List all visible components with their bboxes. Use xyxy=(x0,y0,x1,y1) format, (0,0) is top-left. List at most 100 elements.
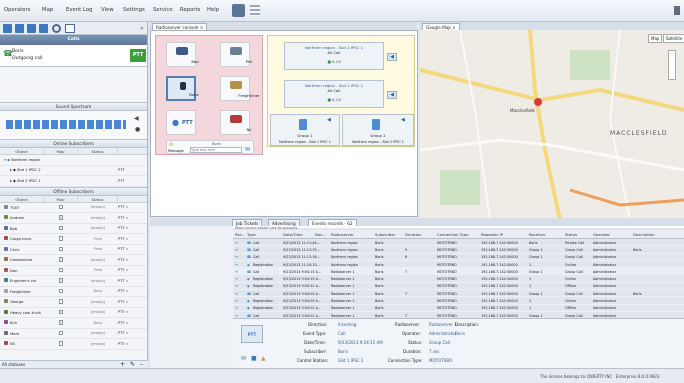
users-icon[interactable]: ■ xyxy=(251,355,257,362)
map-checkbox[interactable] xyxy=(58,204,64,209)
event-row[interactable]: ➜ ☎ Call 9/23/2013 11:11:44... Northern regi… xyxy=(233,239,684,247)
column-header[interactable]: Duration xyxy=(405,232,422,237)
map-checkbox[interactable] xyxy=(58,236,64,241)
subscriber-tile[interactable]: Phil xyxy=(220,42,252,67)
subscriber-row[interactable]: Mark (empty) PTT » xyxy=(0,329,147,339)
subscribers-view-icon[interactable] xyxy=(3,24,12,33)
toolbar-grid-icon[interactable] xyxy=(250,5,260,16)
toolbar-settings-icon[interactable] xyxy=(232,4,245,17)
col-status[interactable]: Status xyxy=(78,195,118,202)
tab-advertising[interactable]: Advertising xyxy=(268,219,300,226)
event-row[interactable]: ➜ ☎ Call 9/23/2013 9:54:15 A... Radioserver … xyxy=(233,268,684,276)
col-status[interactable]: Status xyxy=(78,148,118,154)
map-checkbox[interactable] xyxy=(58,215,64,220)
ptt-label[interactable]: PTT » xyxy=(118,247,146,251)
subscriber-row[interactable]: Heavy coal truck (empty) PTT » xyxy=(0,308,147,318)
google-map[interactable]: Macclesfield MACCLESFIELD Map Satellite xyxy=(420,30,684,220)
menu-event-log[interactable]: Event Log xyxy=(66,7,92,13)
tree-row[interactable]: ▸ ◆ Slot 1 IPSC 2 PTT xyxy=(0,166,147,176)
event-row[interactable]: ➜ ◆ Registration 9/23/2013 11:10:10... North… xyxy=(233,261,684,269)
ptt-label[interactable]: PTT » xyxy=(118,342,146,346)
tab-radioserver-console[interactable]: Radioserver console × xyxy=(152,23,208,30)
ptt-label[interactable]: PTT » xyxy=(118,258,146,262)
subscriber-row[interactable]: Engineer's car (empty) PTT » xyxy=(0,276,147,287)
map-checkbox[interactable] xyxy=(58,278,64,283)
ptt-label[interactable]: PTT » xyxy=(118,268,146,272)
layout-icon[interactable] xyxy=(65,24,75,33)
ptt-label[interactable]: PTT » xyxy=(118,279,146,283)
ptt-label[interactable]: PTT xyxy=(118,168,146,172)
status-filter[interactable]: All statuses xyxy=(2,362,25,367)
ptt-label[interactable]: PTT » xyxy=(118,321,146,325)
message-input[interactable] xyxy=(190,147,242,153)
event-row[interactable]: ➜ ◆ Registration 9/23/2013 9:54:01 A... Radi… xyxy=(233,305,684,312)
zoom-control[interactable] xyxy=(668,50,676,80)
subscriber-tile[interactable]: Bob xyxy=(166,42,199,67)
event-row[interactable]: ➜ ◆ Registration 9/23/2013 9:54:03 A... Radi… xyxy=(233,297,684,305)
group-tile[interactable]: ◀ Group 2 Northern region - Slot 2 IPSC … xyxy=(342,114,414,146)
col-object[interactable]: Object xyxy=(0,148,44,154)
group-tile[interactable]: ◀ Group 1 Northern region - Slot 1 IPSC … xyxy=(270,114,340,146)
subscriber-row[interactable]: Constantine (empty) PTT » xyxy=(0,255,147,266)
remove-icon[interactable]: – xyxy=(140,361,143,368)
subscriber-tile[interactable]: Freightliner xyxy=(220,76,260,101)
ptt-label[interactable]: PTT » xyxy=(118,226,146,230)
speaker-button[interactable]: ◀ xyxy=(387,91,397,99)
subscriber-row[interactable]: Andrew (empty) PTT » xyxy=(0,213,147,224)
subscriber-row[interactable]: Chris Free PTT » xyxy=(0,245,147,255)
event-row[interactable]: ➜ ☎ Call 9/23/2013 11:11:16... Northern regi… xyxy=(233,254,684,261)
column-header[interactable]: Subscriber xyxy=(375,232,395,237)
column-header[interactable]: Receiver xyxy=(529,232,545,237)
event-row[interactable]: ➜ ☎ Call 9/23/2013 11:11:35... Northern regi… xyxy=(233,246,684,254)
menu-service[interactable]: Service xyxy=(153,7,173,13)
map-checkbox[interactable] xyxy=(58,341,64,346)
tab-google-map[interactable]: Google Map × xyxy=(422,23,460,30)
collapse-left-icon[interactable]: « xyxy=(140,25,144,32)
active-call[interactable]: ☎ Boris Outgoing call PTT xyxy=(0,45,147,67)
column-header[interactable]: Description xyxy=(633,232,655,237)
menu-reports[interactable]: Reports xyxy=(180,7,200,13)
users-view-icon[interactable] xyxy=(15,24,24,33)
certificate-icon[interactable]: ▲ xyxy=(261,355,266,362)
subscriber-tile[interactable]: Nil xyxy=(220,110,251,135)
ptt-label[interactable]: PTT » xyxy=(118,216,146,220)
subscriber-row[interactable]: 7007 (empty) PTT » xyxy=(0,203,147,213)
menu-operators[interactable]: Operators xyxy=(4,7,30,13)
add-icon[interactable]: + xyxy=(120,361,125,368)
subscriber-row[interactable]: Don Free PTT » xyxy=(0,266,147,276)
ptt-label[interactable]: PTT » xyxy=(118,205,146,209)
map-checkbox[interactable] xyxy=(58,246,64,251)
subscriber-row[interactable]: Kirk Busy PTT » xyxy=(0,318,147,329)
map-checkbox[interactable] xyxy=(58,288,64,293)
menu-help[interactable]: Help xyxy=(207,7,219,13)
map-checkbox[interactable] xyxy=(58,309,64,314)
email-icon[interactable]: ✉ xyxy=(241,355,246,362)
col-map[interactable]: Map xyxy=(44,195,78,202)
subscriber-row[interactable]: Bob (empty) PTT » xyxy=(0,224,147,234)
column-header[interactable]: Non... xyxy=(315,232,326,237)
menu-map[interactable]: Map xyxy=(42,7,53,13)
ptt-label[interactable]: PTT » xyxy=(118,300,146,304)
subscriber-row[interactable]: Freightliner Busy PTT » xyxy=(0,287,147,297)
speaker-button[interactable]: ◀ xyxy=(387,53,397,61)
event-row[interactable]: ➜ ◆ Registration 9/23/2013 9:54:15 A... Radi… xyxy=(233,276,684,283)
tree-row[interactable]: ▸ ◆ Slot 2 IPSC 1 PTT xyxy=(0,176,147,187)
speaker-icon[interactable]: ◀ xyxy=(134,115,139,122)
map-checkbox[interactable] xyxy=(58,267,64,272)
column-header[interactable]: Rec... xyxy=(235,232,246,237)
menu-settings[interactable]: Settings xyxy=(123,7,145,13)
event-row[interactable]: ➜ ☎ Call 9/23/2013 9:54:03 A... Radioserver … xyxy=(233,290,684,298)
ptt-label[interactable]: PTT » xyxy=(118,289,146,293)
col-map[interactable]: Map xyxy=(44,148,78,154)
microphone-icon[interactable]: ● xyxy=(135,126,140,133)
ptt-label[interactable]: PTT » xyxy=(118,237,146,241)
satellite-button[interactable]: Satellite xyxy=(663,34,684,43)
column-header[interactable]: Operator xyxy=(593,232,610,237)
subscriber-tile[interactable]: Boris xyxy=(166,76,199,101)
col-object[interactable]: Object xyxy=(0,195,44,202)
column-header[interactable]: Type xyxy=(247,232,256,237)
map-checkbox[interactable] xyxy=(58,330,64,335)
column-header[interactable]: Repeater IP xyxy=(481,232,503,237)
map-checkbox[interactable] xyxy=(58,257,64,262)
speaker-icon[interactable]: ◀ xyxy=(327,117,331,123)
